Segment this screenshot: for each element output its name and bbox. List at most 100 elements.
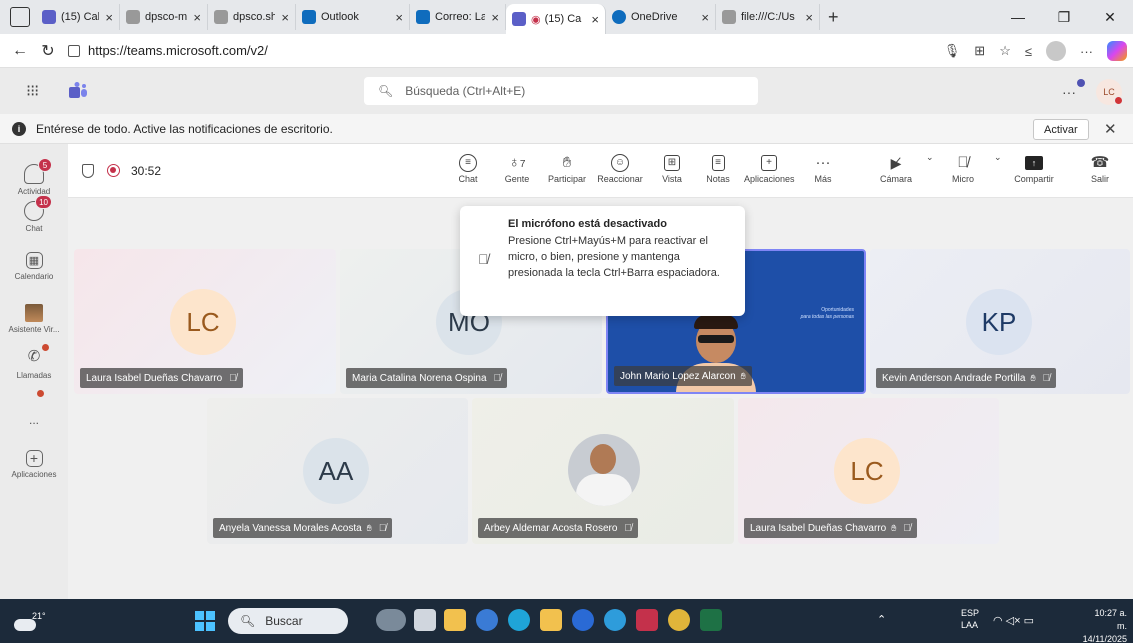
chat-button[interactable]: ≡ Chat <box>454 152 482 184</box>
browser-tab[interactable]: OneDrive × <box>606 4 716 30</box>
restore-button[interactable]: ❐ <box>1041 9 1087 26</box>
close-icon[interactable]: × <box>591 12 599 27</box>
chat-icon: ≡ <box>459 154 477 172</box>
react-button[interactable]: ☺ Reaccionar <box>595 152 645 184</box>
browser-tab[interactable]: (15) Calenda× <box>36 4 120 30</box>
meeting-timer: 30:52 <box>131 164 162 178</box>
onedrive-favicon-icon <box>612 10 626 24</box>
store-icon[interactable] <box>540 609 562 631</box>
leave-button[interactable]: ☎ Salir <box>1086 152 1114 184</box>
input-language[interactable]: ESP LAA <box>961 607 979 631</box>
refresh-button[interactable]: ↻ <box>34 41 62 61</box>
search-input[interactable]: 🔍︎ Búsqueda (Ctrl+Alt+E) <box>364 77 758 105</box>
notes-icon: ≡ <box>711 155 725 171</box>
rail-item-activity[interactable]: 5 Actividad <box>0 158 68 196</box>
app-icon[interactable] <box>476 609 498 631</box>
browser-tab[interactable]: Outlook × <box>296 4 410 30</box>
rail-item-apps[interactable]: + Aplicaciones <box>0 450 68 479</box>
network-volume-battery-icons[interactable]: ◠ ◁× ▭ <box>993 614 1034 627</box>
participant-tile[interactable]: KP Kevin Anderson Andrade Portilla ✋︎ 🎙̸ <box>870 249 1130 394</box>
participant-tile[interactable]: LC Laura Isabel Dueñas Chavarro 🎙̸ <box>74 249 336 394</box>
add-apps-icon: + <box>25 450 43 467</box>
profile-avatar[interactable] <box>1046 41 1066 61</box>
app-icon[interactable] <box>604 609 626 631</box>
more-button[interactable]: ··· Más <box>810 152 836 184</box>
excel-icon[interactable] <box>700 609 722 631</box>
app-launcher-icon[interactable]: ⁝⁝⁝ <box>26 81 39 101</box>
rail-item-virtual-assistant[interactable]: Asistente Vir... <box>0 304 68 334</box>
sharepoint-favicon-icon <box>126 10 140 24</box>
rail-item-calendar[interactable]: ▦ Calendario <box>0 252 68 281</box>
weather-widget[interactable]: 21° <box>10 605 46 637</box>
start-button[interactable] <box>195 611 215 631</box>
browser-menu-icon[interactable]: ··· <box>1080 44 1093 59</box>
site-info-icon[interactable] <box>68 44 80 57</box>
assistant-app-icon <box>25 304 43 322</box>
close-icon[interactable]: × <box>395 10 403 25</box>
camera-options-chevron-icon[interactable]: ⌄ <box>926 152 934 163</box>
browser-tab-active[interactable]: ◉ (15) Ca × <box>506 4 606 34</box>
settings-more-icon[interactable]: ··· <box>1062 84 1076 100</box>
close-icon[interactable]: ✕ <box>1104 120 1117 138</box>
mic-permission-icon[interactable]: 🎙 <box>944 43 961 59</box>
mic-options-chevron-icon[interactable]: ⌄ <box>994 152 1002 163</box>
apps-button[interactable]: + Aplicaciones <box>744 152 795 184</box>
edge-icon[interactable] <box>508 609 530 631</box>
rail-item-calls[interactable]: ✆ Llamadas <box>0 344 68 380</box>
rail-item-chat[interactable]: 10 Chat <box>0 195 68 233</box>
mic-off-icon: 🎙̸ <box>478 251 489 267</box>
task-view-icon[interactable] <box>414 609 436 631</box>
rail-item-more[interactable]: ... <box>0 390 68 427</box>
view-button[interactable]: ⊞ Vista <box>658 152 686 184</box>
close-icon[interactable]: × <box>701 10 709 25</box>
mic-button[interactable]: 🎙̸ Micro <box>946 152 980 184</box>
teams-logo-icon <box>69 82 87 98</box>
participant-tile[interactable]: AA Anyela Vanessa Morales Acosta ✋︎ 🎙̸ <box>207 398 468 544</box>
copilot-icon[interactable] <box>1107 41 1127 61</box>
show-hidden-icons-icon[interactable]: ⌃ <box>877 613 886 626</box>
raise-hand-button[interactable]: ✋︎ Participar <box>545 152 589 184</box>
browser-tab[interactable]: Correo: Laur× <box>410 4 506 30</box>
browser-tab-bar: (15) Calenda× dpsco-my.sh× dpsco.share× … <box>0 0 1133 34</box>
teams-favicon-icon <box>42 10 56 24</box>
back-button[interactable]: ← <box>6 42 34 60</box>
browser-tab[interactable]: dpsco-my.sh× <box>120 4 208 30</box>
search-icon: 🔍︎ <box>240 614 256 628</box>
tab-actions-icon[interactable] <box>10 7 30 27</box>
user-avatar[interactable]: LC <box>1096 79 1123 105</box>
close-icon[interactable]: × <box>193 10 201 25</box>
browser-tab[interactable]: dpsco.share× <box>208 4 296 30</box>
close-window-button[interactable]: ✕ <box>1087 9 1133 26</box>
add-app-icon: + <box>761 155 777 171</box>
participant-avatar: LC <box>170 289 236 355</box>
share-button[interactable]: ↑ Compartir <box>1010 152 1058 184</box>
close-icon[interactable]: × <box>491 10 499 25</box>
clock[interactable]: 10:27 a. m. 14/11/2025 <box>1083 607 1127 643</box>
url-field[interactable]: https://teams.microsoft.com/v2/ <box>68 43 268 58</box>
mcafee-icon[interactable] <box>636 609 658 631</box>
favorite-star-icon[interactable]: ☆ <box>999 43 1011 59</box>
new-tab-button[interactable]: + <box>828 7 839 28</box>
favorites-icon[interactable]: ≤ <box>1025 44 1032 59</box>
close-icon[interactable]: × <box>805 10 813 25</box>
widget-icon[interactable] <box>376 609 406 631</box>
mic-off-icon: 🎙̸ <box>378 522 387 534</box>
app-available-icon[interactable]: ⊞ <box>974 43 985 59</box>
camera-button[interactable]: ▶̸ Cámara <box>876 152 916 184</box>
close-icon[interactable]: × <box>105 10 113 25</box>
browser-tab[interactable]: file:///C:/Us × <box>716 4 820 30</box>
notes-button[interactable]: ≡ Notas <box>704 152 732 184</box>
chat-icon: 10 <box>24 195 52 221</box>
close-icon[interactable]: × <box>281 10 289 25</box>
minimize-button[interactable]: — <box>995 9 1041 25</box>
chrome-icon[interactable] <box>668 609 690 631</box>
search-icon: 🔍︎ <box>378 84 394 98</box>
shield-icon[interactable] <box>82 164 94 178</box>
participant-tile[interactable]: Arbey Aldemar Acosta Rosero 🎙̸ <box>472 398 734 544</box>
participant-tile[interactable]: LC Laura Isabel Dueñas Chavarro ✋︎ 🎙̸ <box>738 398 999 544</box>
taskbar-search[interactable]: 🔍︎ Buscar <box>228 608 348 634</box>
file-explorer-icon[interactable] <box>444 609 466 631</box>
people-button[interactable]: ♁7 Gente <box>502 152 532 184</box>
activate-notifications-button[interactable]: Activar <box>1033 119 1089 140</box>
hp-icon[interactable] <box>572 609 594 631</box>
